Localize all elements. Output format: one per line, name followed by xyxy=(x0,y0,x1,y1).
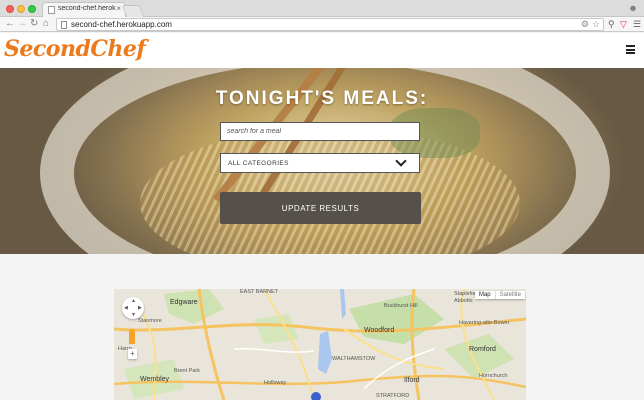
browser-menu-icon[interactable]: ☰ xyxy=(633,18,641,30)
profile-icon[interactable]: ☻ xyxy=(628,3,638,13)
bookmark-star-icon[interactable]: ☆ xyxy=(592,19,600,30)
pan-down-icon[interactable]: ▼ xyxy=(131,312,136,318)
map-place-label: Brent Park xyxy=(174,368,200,374)
meal-search-input[interactable] xyxy=(220,122,420,141)
maximize-window-button[interactable] xyxy=(28,5,36,13)
map-place-label: Ilford xyxy=(404,377,420,384)
close-window-button[interactable] xyxy=(6,5,14,13)
new-tab-button[interactable] xyxy=(121,5,145,17)
pocket-icon[interactable]: ▽ xyxy=(620,18,627,30)
zoom-in-button[interactable]: + xyxy=(128,349,137,359)
home-icon[interactable]: ⌂ xyxy=(43,18,49,30)
minimize-window-button[interactable] xyxy=(17,5,25,13)
hero-section: TONIGHT'S MEALS: ALL CATEGORIES UPDATE R… xyxy=(0,68,644,254)
map-place-label: Havering-atte-Bower xyxy=(459,320,510,326)
browser-toolbar: ← → ↻ ⌂ second-chef.herokuapp.com ⚙ ☆ ⚲ … xyxy=(0,17,644,32)
browser-tabstrip: second-chef.herokuapp.co × ☻ xyxy=(0,0,644,17)
pan-up-icon[interactable]: ▲ xyxy=(131,298,136,304)
page-title: TONIGHT'S MEALS: xyxy=(215,88,429,109)
map-place-label: Edgware xyxy=(170,299,198,306)
search-icon[interactable]: ⚲ xyxy=(608,18,615,30)
map-pan-control[interactable]: ▲ ▼ ◀ ▶ xyxy=(122,297,144,319)
map-view[interactable]: Edgware EAST BARNET Buckhurst Hill Stapl… xyxy=(114,289,526,400)
extension-icon[interactable]: ⚙ xyxy=(581,19,589,30)
chevron-down-icon xyxy=(395,155,407,167)
page-icon xyxy=(48,6,55,14)
map-place-label: STRATFORD xyxy=(376,393,410,399)
satellite-view-button[interactable]: Satellite xyxy=(494,291,525,299)
map-place-label: Buckhurst Hill xyxy=(384,303,418,309)
map-place-label: Woodford xyxy=(364,327,395,334)
map-place-label: Holloway xyxy=(264,380,287,386)
url-text: second-chef.herokuapp.com xyxy=(71,20,172,29)
category-select[interactable]: ALL CATEGORIES xyxy=(220,153,420,173)
back-icon[interactable]: ← xyxy=(5,18,15,30)
map-place-label: Romford xyxy=(469,346,496,353)
hamburger-menu-icon[interactable] xyxy=(626,45,635,54)
pan-left-icon[interactable]: ◀ xyxy=(124,305,128,311)
site-header: SecondChef xyxy=(0,33,644,68)
page-icon xyxy=(61,21,67,29)
pan-right-icon[interactable]: ▶ xyxy=(138,305,142,311)
map-place-label: Abbotts xyxy=(454,298,473,304)
map-place-label: Hornchurch xyxy=(479,373,508,379)
forward-icon[interactable]: → xyxy=(17,18,27,30)
tab-title: second-chef.herokuapp.co xyxy=(58,5,116,12)
update-results-button[interactable]: UPDATE RESULTS xyxy=(220,192,421,224)
site-logo[interactable]: SecondChef xyxy=(4,36,146,62)
street-view-pegman-icon[interactable] xyxy=(129,329,135,344)
map-place-label: WALTHAMSTOW xyxy=(332,356,376,362)
map-type-control: Map Satellite xyxy=(474,291,525,299)
map-place-label: Wembley xyxy=(140,376,170,383)
category-selected-value: ALL CATEGORIES xyxy=(228,160,289,167)
reload-icon[interactable]: ↻ xyxy=(30,18,38,30)
address-bar[interactable]: second-chef.herokuapp.com ⚙ ☆ xyxy=(56,18,604,31)
tab-close-icon[interactable]: × xyxy=(116,4,121,13)
browser-tab[interactable]: second-chef.herokuapp.co × xyxy=(42,2,126,17)
map-place-label: EAST BARNET xyxy=(240,289,279,295)
map-place-label: Stanmore xyxy=(138,318,162,324)
map-view-button[interactable]: Map xyxy=(475,291,495,299)
